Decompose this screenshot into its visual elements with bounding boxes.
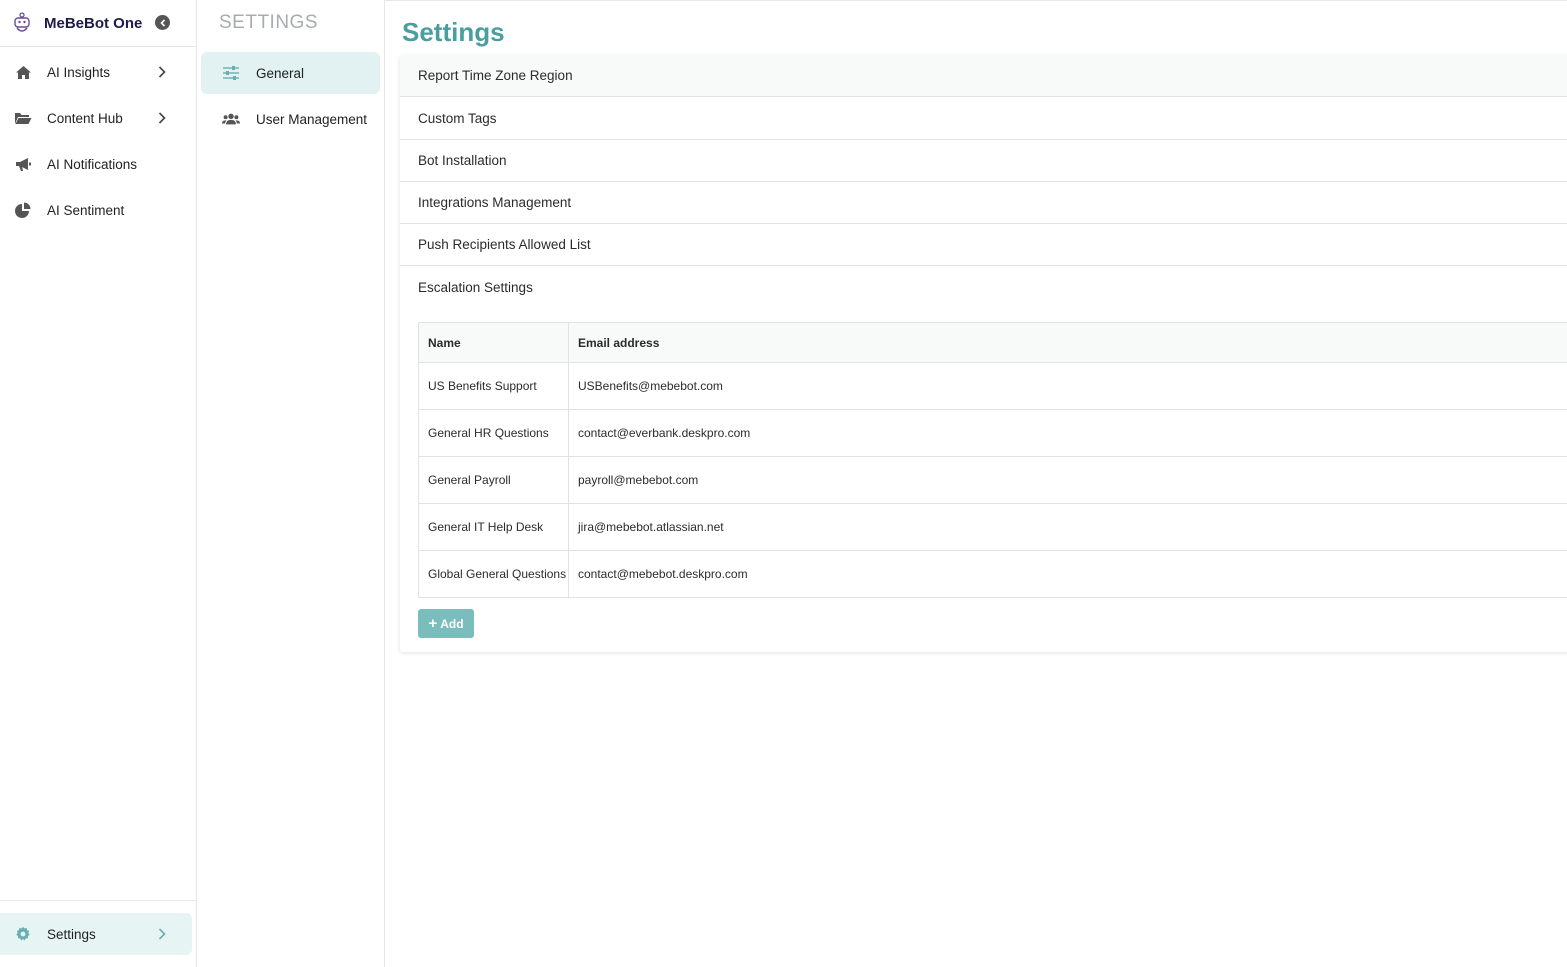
section-report-time-zone-region[interactable]: Report Time Zone Region (400, 55, 1567, 97)
cell-name: US Benefits Support (418, 362, 569, 410)
section-label: Bot Installation (418, 153, 507, 168)
table-row[interactable]: General Payroll payroll@mebebot.com (418, 456, 1567, 504)
cell-name: Global General Questions (418, 550, 569, 598)
subnav-item-user-management[interactable]: User Management (201, 98, 380, 140)
main-content: Settings Report Time Zone Region Custom … (385, 0, 1567, 967)
subnav-item-label: User Management (256, 111, 368, 127)
chevron-right-icon (158, 65, 168, 79)
cell-email: jira@mebebot.atlassian.net (568, 503, 1567, 551)
brand-header: MeBeBot One (0, 0, 196, 47)
nav-item-label: AI Insights (47, 64, 111, 80)
nav-item-settings[interactable]: Settings (0, 913, 192, 955)
nav-item-label: AI Notifications (47, 156, 138, 172)
cell-email: contact@everbank.deskpro.com (568, 409, 1567, 457)
section-label: Report Time Zone Region (418, 68, 573, 83)
nav-item-ai-insights[interactable]: AI Insights (0, 52, 197, 92)
sliders-icon (222, 64, 240, 82)
column-header-email: Email address (568, 322, 1567, 363)
nav-divider (0, 900, 197, 901)
home-icon (14, 63, 32, 81)
nav-item-ai-sentiment[interactable]: AI Sentiment (0, 190, 197, 230)
table-row[interactable]: Global General Questions contact@mebebot… (418, 550, 1567, 598)
pie-chart-icon (14, 201, 32, 219)
nav-item-content-hub[interactable]: Content Hub (0, 98, 197, 138)
mebebot-logo-icon (12, 11, 32, 35)
primary-sidebar: MeBeBot One AI Insights Content Hub AI N… (0, 0, 197, 967)
brand-name: MeBeBot One (44, 14, 143, 32)
section-bot-installation[interactable]: Bot Installation (400, 140, 1567, 182)
cell-name: General Payroll (418, 456, 569, 504)
column-header-name: Name (418, 322, 569, 363)
section-custom-tags[interactable]: Custom Tags (400, 98, 1567, 140)
table-row[interactable]: General HR Questions contact@everbank.de… (418, 409, 1567, 457)
table-row[interactable]: General IT Help Desk jira@mebebot.atlass… (418, 503, 1567, 551)
settings-subnav: SETTINGS General User Management (197, 0, 385, 967)
settings-panel: Report Time Zone Region Custom Tags Bot … (400, 55, 1567, 652)
plus-icon: + (428, 614, 438, 632)
subnav-item-general[interactable]: General (201, 52, 380, 94)
cell-name: General IT Help Desk (418, 503, 569, 551)
section-label: Push Recipients Allowed List (418, 237, 591, 252)
nav-item-label: Settings (47, 926, 96, 942)
add-escalation-button[interactable]: + Add (418, 609, 474, 638)
add-button-label: Add (440, 616, 464, 631)
cell-email: USBenefits@mebebot.com (568, 362, 1567, 410)
nav-item-ai-notifications[interactable]: AI Notifications (0, 144, 197, 184)
table-row[interactable]: US Benefits Support USBenefits@mebebot.c… (418, 362, 1567, 410)
escalation-table: Name Email address US Benefits Support U… (418, 322, 1567, 598)
folder-icon (14, 109, 32, 127)
collapse-sidebar-icon[interactable] (155, 15, 170, 30)
section-integrations-management[interactable]: Integrations Management (400, 182, 1567, 224)
chevron-right-icon (158, 111, 168, 125)
section-label: Custom Tags (418, 111, 497, 126)
section-push-recipients-allowed-list[interactable]: Push Recipients Allowed List (400, 224, 1567, 266)
cell-email: contact@mebebot.deskpro.com (568, 550, 1567, 598)
subnav-item-label: General (256, 65, 305, 81)
users-icon (222, 110, 240, 128)
section-escalation-settings[interactable]: Escalation Settings (400, 266, 1567, 308)
subnav-title: SETTINGS (219, 12, 319, 33)
megaphone-icon (14, 155, 32, 173)
section-label: Escalation Settings (418, 279, 533, 295)
nav-item-label: Content Hub (47, 110, 123, 126)
cell-email: payroll@mebebot.com (568, 456, 1567, 504)
cell-name: General HR Questions (418, 409, 569, 457)
page-title: Settings (402, 17, 505, 47)
gear-icon (14, 925, 32, 943)
chevron-right-icon (158, 927, 168, 941)
nav-item-label: AI Sentiment (47, 202, 125, 218)
section-label: Integrations Management (418, 195, 572, 210)
table-header-row: Name Email address (418, 322, 1567, 363)
